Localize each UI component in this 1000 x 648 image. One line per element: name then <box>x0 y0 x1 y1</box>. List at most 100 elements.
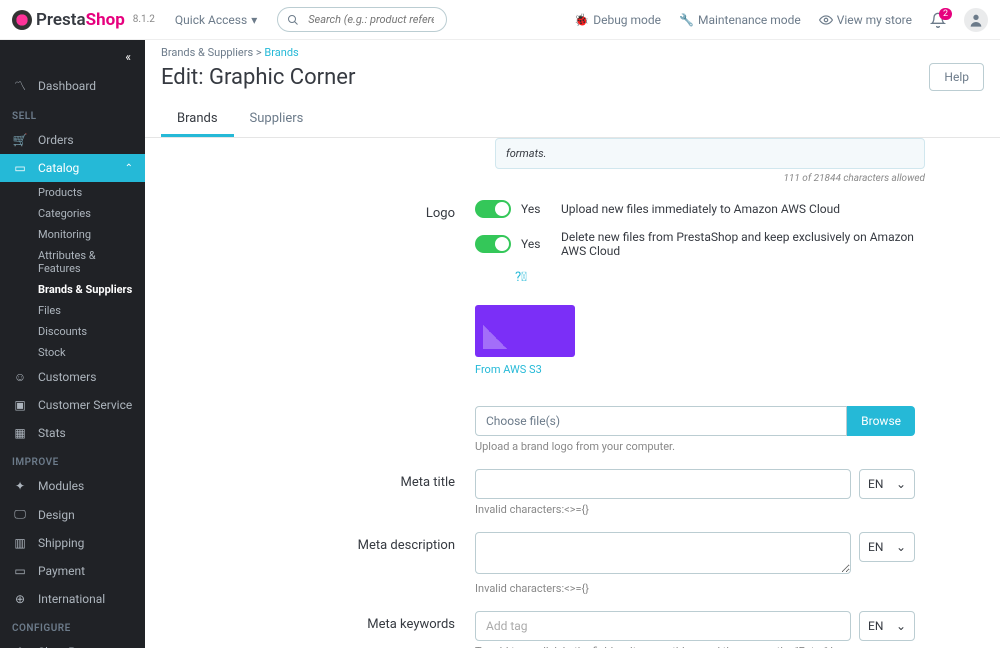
sidebar-item-payment[interactable]: ▭ Payment <box>0 557 145 585</box>
breadcrumb: Brands & Suppliers > Brands <box>145 40 1000 59</box>
chevron-down-icon: ⌄ <box>896 540 906 554</box>
card-icon: ▭ <box>12 564 28 578</box>
sidebar-item-shipping[interactable]: ▥ Shipping <box>0 529 145 557</box>
meta-desc-label: Meta description <box>195 532 475 553</box>
sidebar-catalog-submenu: Products Categories Monitoring Attribute… <box>0 182 145 363</box>
sidebar: « 〽 Dashboard SELL 🛒 Orders ▭ Catalog ⌃ … <box>0 0 145 648</box>
person-icon: ☺ <box>12 370 28 384</box>
view-store-link[interactable]: View my store <box>819 13 912 27</box>
sidebar-item-customer-service[interactable]: ▣ Customer Service <box>0 391 145 419</box>
topbar-right: 🐞 Debug mode 🔧 Maintenance mode View my … <box>574 8 988 32</box>
sidebar-subitem-attributes[interactable]: Attributes & Features <box>20 245 145 279</box>
notifications-button[interactable]: 2 <box>930 12 946 28</box>
lang-select-meta-desc[interactable]: EN⌄ <box>859 532 915 562</box>
debug-mode-link[interactable]: 🐞 Debug mode <box>574 13 661 27</box>
main-content: Brands & Suppliers > Brands Edit: Graphi… <box>145 0 1000 648</box>
cart-icon: 🛒 <box>12 133 28 147</box>
chevron-down-icon: ⌄ <box>896 477 906 491</box>
wrench-icon: 🔧 <box>679 13 694 27</box>
sidebar-item-international[interactable]: ⊕ International <box>0 585 145 613</box>
notification-badge: 2 <box>939 8 952 20</box>
eye-icon <box>819 13 833 27</box>
logo-text: PrestaShop <box>36 10 125 30</box>
file-input-display[interactable]: Choose file(s) <box>475 406 847 436</box>
chevron-double-left-icon: « <box>125 50 131 64</box>
page-header: Edit: Graphic Corner Help <box>145 59 1000 101</box>
globe-icon: ⊕ <box>12 592 28 606</box>
toggle-label-yes-2: Yes <box>521 237 551 251</box>
version: 8.1.2 <box>133 14 155 25</box>
sidebar-subitem-files[interactable]: Files <box>20 300 145 321</box>
chevron-down-icon: ▾ <box>251 13 257 27</box>
search-icon <box>287 14 299 26</box>
chat-icon: ▣ <box>12 398 28 412</box>
tabs: Brands Suppliers <box>145 101 1000 138</box>
page-title: Edit: Graphic Corner <box>161 65 355 90</box>
sidebar-item-orders[interactable]: 🛒 Orders <box>0 126 145 154</box>
breadcrumb-sep: > <box>256 46 262 59</box>
sidebar-item-customers[interactable]: ☺ Customers <box>0 363 145 391</box>
sidebar-item-shop-params[interactable]: ✿ Shop Parameters <box>0 638 145 648</box>
toggle-upload-aws[interactable] <box>475 200 511 218</box>
form-area: formats. 111 of 21844 characters allowed… <box>145 138 1000 648</box>
meta-title-label: Meta title <box>195 469 475 490</box>
meta-keywords-label: Meta keywords <box>195 611 475 632</box>
logo-label: Logo <box>195 200 475 221</box>
breadcrumb-leaf[interactable]: Brands <box>264 46 298 59</box>
sidebar-section-configure: CONFIGURE <box>0 613 145 638</box>
sidebar-item-catalog[interactable]: ▭ Catalog ⌃ <box>0 154 145 182</box>
sidebar-item-modules[interactable]: ✦ Modules <box>0 472 145 500</box>
monitor-icon: 🖵 <box>12 507 28 522</box>
trending-icon: 〽 <box>12 77 28 94</box>
browse-button[interactable]: Browse <box>847 406 915 436</box>
sidebar-subitem-products[interactable]: Products <box>20 182 145 203</box>
meta-desc-input[interactable] <box>475 532 851 574</box>
sidebar-item-dashboard[interactable]: 〽 Dashboard <box>0 70 145 101</box>
sidebar-item-stats[interactable]: ▦ Stats <box>0 419 145 447</box>
bar-chart-icon: ▦ <box>12 426 28 440</box>
sidebar-subitem-stock[interactable]: Stock <box>20 342 145 363</box>
formats-hint-box: formats. <box>495 138 925 169</box>
chevron-up-icon: ⌃ <box>125 163 133 174</box>
chevron-down-icon: ⌄ <box>896 619 906 633</box>
breadcrumb-root: Brands & Suppliers <box>161 46 253 59</box>
sidebar-collapse-button[interactable]: « <box>0 40 145 70</box>
upload-hint: Upload a brand logo from your computer. <box>475 440 915 453</box>
meta-title-input[interactable] <box>475 469 851 499</box>
search-wrap <box>277 7 447 32</box>
help-question-icon[interactable]: ?⃝ <box>515 270 915 285</box>
search-input[interactable] <box>277 7 447 32</box>
bug-icon: 🐞 <box>574 13 589 27</box>
meta-desc-invalid: Invalid characters:<>={} <box>475 582 851 595</box>
topbar: PrestaShop 8.1.2 Quick Access ▾ 🐞 Debug … <box>0 0 1000 40</box>
sidebar-subitem-categories[interactable]: Categories <box>20 203 145 224</box>
help-button[interactable]: Help <box>929 63 984 91</box>
logo-preview-image <box>475 305 575 357</box>
store-icon: ▭ <box>12 161 28 175</box>
meta-title-invalid: Invalid characters:<>={} <box>475 503 851 516</box>
sidebar-section-sell: SELL <box>0 101 145 126</box>
maintenance-mode-link[interactable]: 🔧 Maintenance mode <box>679 13 801 27</box>
meta-keywords-input[interactable] <box>475 611 851 641</box>
sidebar-subitem-monitoring[interactable]: Monitoring <box>20 224 145 245</box>
toggle-desc-1: Upload new files immediately to Amazon A… <box>561 202 915 216</box>
logo[interactable]: PrestaShop 8.1.2 <box>12 10 155 30</box>
sidebar-section-improve: IMPROVE <box>0 447 145 472</box>
tab-brands[interactable]: Brands <box>161 101 234 137</box>
profile-button[interactable] <box>964 8 988 32</box>
logo-icon <box>12 10 32 30</box>
toggle-delete-keep-aws[interactable] <box>475 235 511 253</box>
sidebar-subitem-brands[interactable]: Brands & Suppliers <box>20 279 145 300</box>
quick-access-dropdown[interactable]: Quick Access ▾ <box>175 13 257 27</box>
person-icon <box>968 12 984 28</box>
char-count: 111 of 21844 characters allowed <box>495 169 925 184</box>
toggle-label-yes-1: Yes <box>521 202 551 216</box>
sidebar-subitem-discounts[interactable]: Discounts <box>20 321 145 342</box>
lang-select-meta-keywords[interactable]: EN⌄ <box>859 611 915 641</box>
lang-select-meta-title[interactable]: EN⌄ <box>859 469 915 499</box>
puzzle-icon: ✦ <box>12 479 28 493</box>
sidebar-item-design[interactable]: 🖵 Design <box>0 500 145 529</box>
from-s3-label: From AWS S3 <box>475 363 915 376</box>
truck-icon: ▥ <box>12 536 28 550</box>
tab-suppliers[interactable]: Suppliers <box>234 101 320 137</box>
